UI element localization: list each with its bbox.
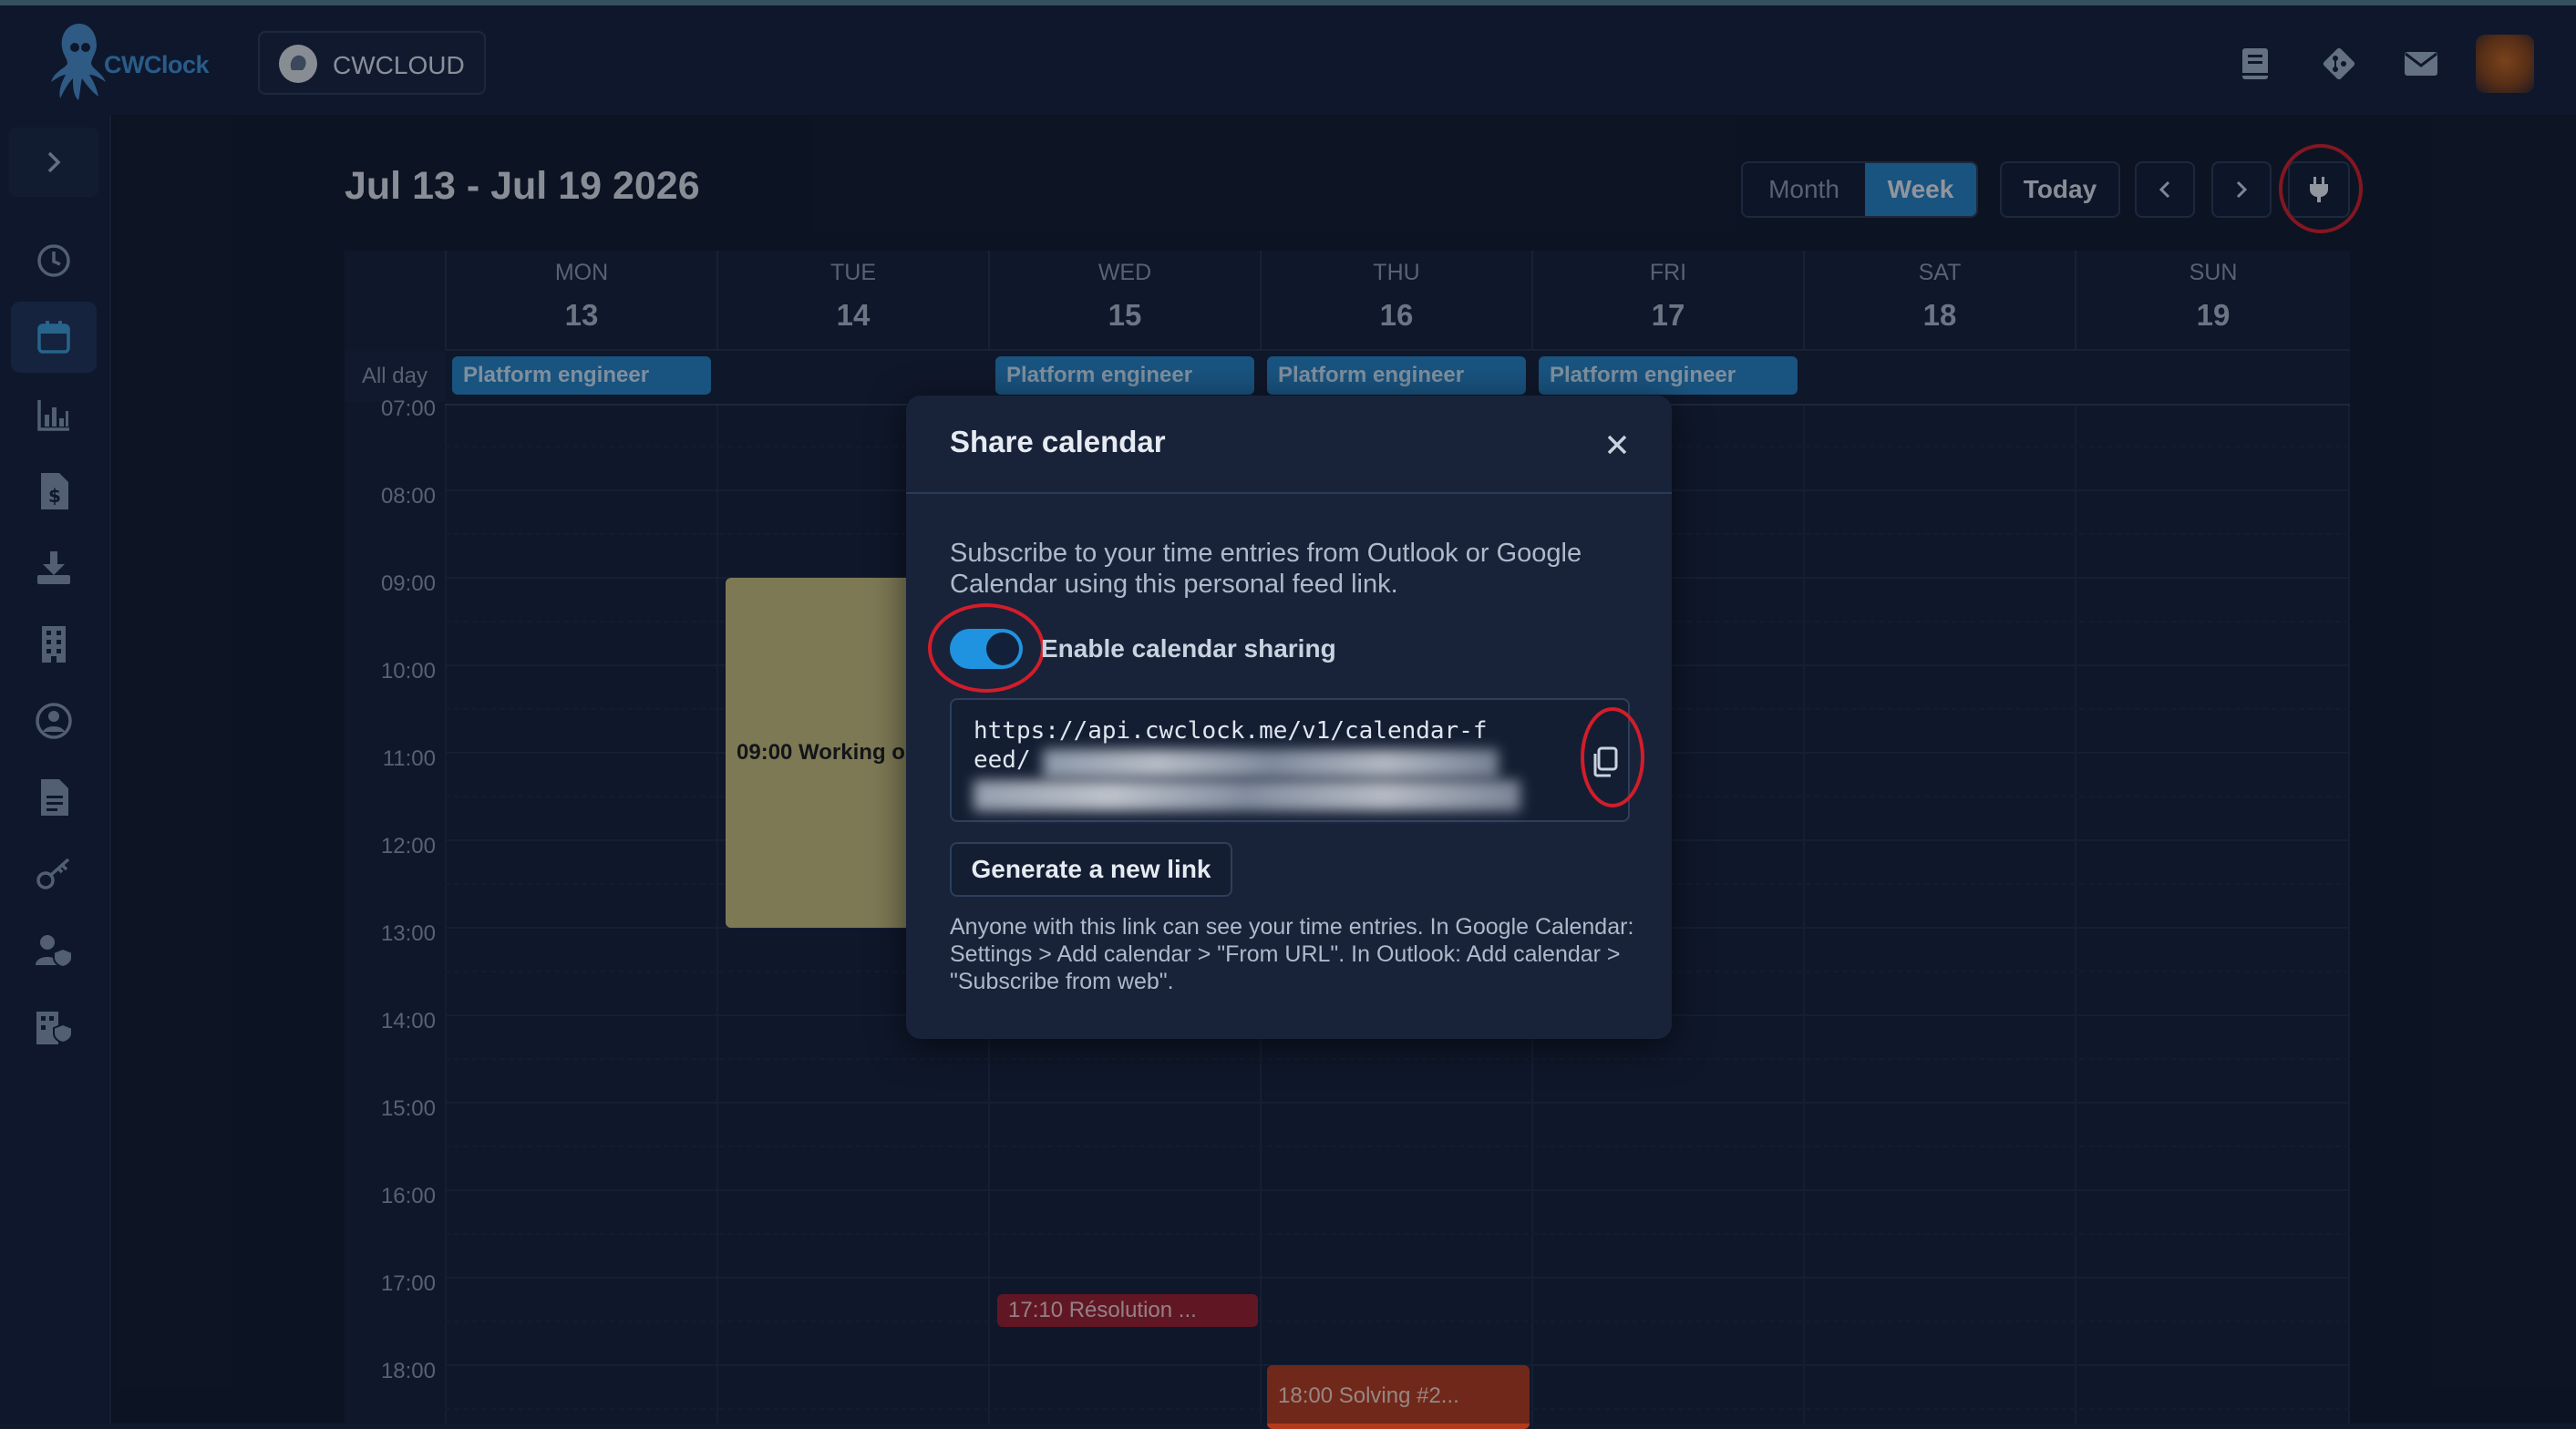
share-note: Anyone with this link can see your time … — [950, 914, 1634, 994]
share-calendar-modal: Share calendar Subscribe to your time en… — [906, 396, 1672, 1039]
feed-url-field[interactable]: https://api.cwclock.me/v1/calendar-feed/ — [950, 698, 1644, 822]
enable-sharing-label: Enable calendar sharing — [1041, 634, 1336, 663]
redacted-url-part — [974, 780, 1520, 811]
highlight-ring-copy — [1581, 707, 1644, 807]
generate-new-link-button[interactable]: Generate a new link — [950, 842, 1232, 897]
redacted-url-part — [1043, 749, 1499, 778]
close-icon — [1607, 435, 1627, 455]
share-description: Subscribe to your time entries from Outl… — [950, 539, 1582, 599]
modal-divider — [906, 492, 1672, 494]
close-button[interactable] — [1597, 425, 1637, 465]
modal-title: Share calendar — [950, 425, 1166, 458]
highlight-ring-toggle — [928, 603, 1045, 693]
